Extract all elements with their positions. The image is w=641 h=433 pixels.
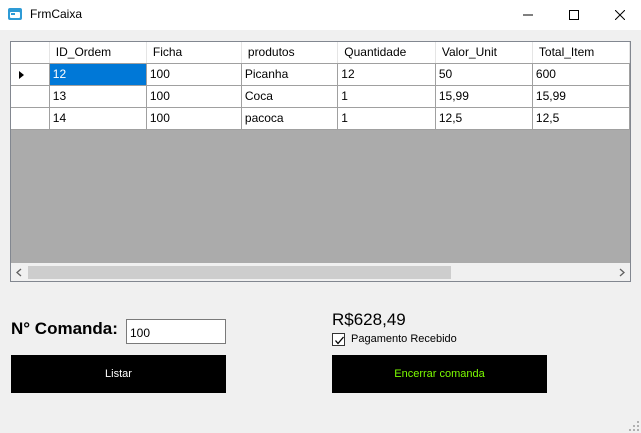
table-header-row: ID_Ordem Ficha produtos Quantidade Valor…	[11, 42, 630, 64]
encerrar-comanda-button[interactable]: Encerrar comanda	[332, 355, 547, 393]
scrollbar-thumb[interactable]	[28, 266, 451, 279]
maximize-icon	[569, 10, 579, 20]
checkmark-icon	[335, 336, 344, 345]
table-cell[interactable]: pacoca	[241, 107, 339, 130]
table-cell[interactable]: 600	[532, 63, 630, 86]
maximize-button[interactable]	[551, 0, 597, 30]
table-cell[interactable]: Picanha	[241, 63, 339, 86]
column-header-valor-unit[interactable]: Valor_Unit	[435, 42, 533, 64]
row-header[interactable]	[11, 85, 50, 108]
table-cell[interactable]: 15,99	[532, 85, 630, 108]
total-amount: R$628,49	[332, 310, 406, 329]
table-cell[interactable]: 100	[146, 63, 242, 86]
minimize-icon	[523, 14, 533, 16]
close-icon	[615, 10, 625, 20]
minimize-button[interactable]	[505, 0, 551, 30]
table-row[interactable]: 13 100 Coca 1 15,99 15,99	[11, 85, 630, 108]
title-bar: FrmCaixa	[0, 0, 641, 30]
table-cell[interactable]: 50	[435, 63, 533, 86]
pagamento-label[interactable]: Pagamento Recebido	[351, 333, 457, 345]
table-cell[interactable]: Coca	[241, 85, 339, 108]
table-cell[interactable]: 100	[146, 107, 242, 130]
row-header[interactable]	[11, 107, 50, 130]
horizontal-scrollbar[interactable]	[11, 263, 630, 281]
pagamento-checkbox[interactable]	[332, 333, 345, 346]
orders-table: ID_Ordem Ficha produtos Quantidade Valor…	[11, 42, 630, 130]
orders-data-grid[interactable]: ID_Ordem Ficha produtos Quantidade Valor…	[10, 41, 631, 282]
column-header-quantidade[interactable]: Quantidade	[337, 42, 436, 64]
table-cell[interactable]: 14	[49, 107, 147, 130]
column-header-ficha[interactable]: Ficha	[146, 42, 242, 64]
table-cell[interactable]: 1	[337, 107, 436, 130]
table-cell[interactable]: 12,5	[435, 107, 533, 130]
close-button[interactable]	[597, 0, 641, 30]
table-row[interactable]: 14 100 pacoca 1 12,5 12,5	[11, 107, 630, 130]
row-header-corner[interactable]	[11, 42, 50, 64]
scroll-right-button[interactable]	[613, 264, 630, 281]
table-cell[interactable]: 12	[337, 63, 436, 86]
table-cell[interactable]: 1	[337, 85, 436, 108]
column-header-produtos[interactable]: produtos	[241, 42, 339, 64]
listar-button[interactable]: Listar	[11, 355, 226, 393]
table-cell[interactable]: 12	[49, 63, 147, 86]
table-row[interactable]: 12 100 Picanha 12 50 600	[11, 63, 630, 86]
column-header-id-ordem[interactable]: ID_Ordem	[49, 42, 147, 64]
table-cell[interactable]: 15,99	[435, 85, 533, 108]
chevron-left-icon	[16, 268, 22, 277]
row-header[interactable]	[11, 63, 50, 86]
app-form-icon	[7, 6, 23, 22]
comanda-label: N° Comanda:	[11, 319, 118, 338]
resize-grip-icon[interactable]	[629, 421, 639, 431]
table-cell[interactable]: 12,5	[532, 107, 630, 130]
chevron-right-icon	[619, 268, 625, 277]
current-row-arrow-icon	[19, 70, 24, 79]
table-cell[interactable]: 100	[146, 85, 242, 108]
comanda-input[interactable]	[126, 319, 226, 344]
window-title: FrmCaixa	[30, 7, 83, 21]
scroll-left-button[interactable]	[11, 264, 28, 281]
column-header-total-item[interactable]: Total_Item	[532, 42, 630, 64]
table-cell[interactable]: 13	[49, 85, 147, 108]
